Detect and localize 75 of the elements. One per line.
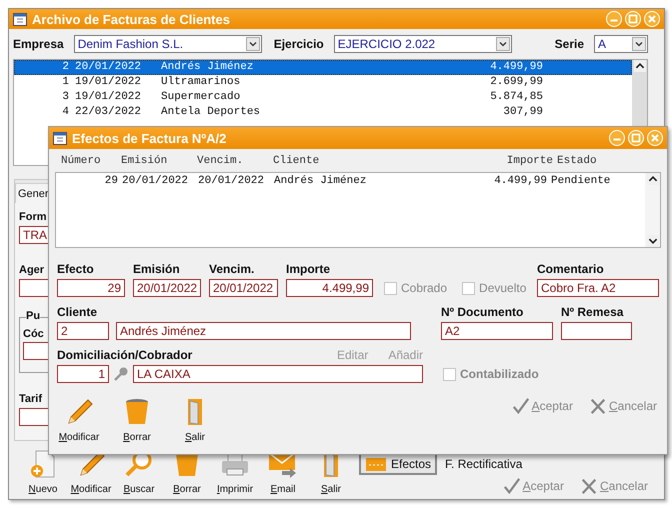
field-label: Tarif bbox=[19, 393, 42, 405]
chevron-down-icon bbox=[496, 37, 510, 51]
checkmark-icon bbox=[502, 477, 521, 495]
efectos-button[interactable]: Efectos bbox=[359, 453, 438, 475]
input-field[interactable]: 20/01/2022 bbox=[209, 279, 278, 297]
field-label: Comentario bbox=[537, 262, 605, 276]
input-field[interactable]: 2 bbox=[57, 322, 109, 340]
checkbox[interactable] bbox=[443, 368, 456, 380]
field-label: Emisión bbox=[133, 262, 181, 276]
key-icon[interactable] bbox=[113, 366, 129, 382]
column-header: Cliente bbox=[273, 155, 320, 168]
input-field[interactable]: A2 bbox=[441, 322, 553, 340]
invoice-row[interactable]: 3 19/01/2022 Supermercado 5.874,85 bbox=[14, 90, 632, 105]
field-label: Cóc bbox=[23, 328, 44, 340]
field-label: Importe bbox=[286, 262, 332, 276]
filter-label: Serie bbox=[554, 37, 584, 51]
cross-icon bbox=[588, 397, 607, 415]
rectificativa-label: F. Rectificativa bbox=[445, 457, 522, 471]
toolbar-button[interactable]: Salir bbox=[169, 395, 221, 443]
box-icon bbox=[365, 456, 387, 472]
window-title: Efectos de Factura NºA/2 bbox=[72, 130, 226, 146]
filter-label: Empresa bbox=[13, 37, 64, 51]
field-label: Efecto bbox=[57, 262, 95, 276]
group-title: Pu bbox=[26, 310, 40, 322]
effect-row[interactable]: 29 20/01/2022 20/01/2022 Andrés Jiménez 4.499,99 Pendiente bbox=[56, 174, 645, 189]
field-label: Nº Documento bbox=[441, 305, 524, 319]
field-label: Form bbox=[19, 211, 46, 223]
column-header: Importe bbox=[506, 155, 553, 168]
input-field[interactable]: Cobro Fra. A2 bbox=[537, 279, 659, 297]
scroll-up-icon[interactable] bbox=[646, 173, 658, 185]
input-field[interactable]: 4.499,99 bbox=[286, 279, 373, 297]
column-header: Emisión bbox=[121, 155, 168, 168]
maximize-button[interactable] bbox=[628, 130, 644, 146]
input-field[interactable]: Andrés Jiménez bbox=[116, 322, 411, 340]
window-title: Archivo de Facturas de Clientes bbox=[32, 12, 230, 26]
checkbox[interactable] bbox=[384, 282, 397, 294]
toolbar-button[interactable]: Nuevo bbox=[19, 447, 67, 497]
checkmark-icon bbox=[512, 397, 530, 415]
invoice-row[interactable]: 1 19/01/2022 Ultramarinos 2.699,99 bbox=[14, 75, 632, 90]
field-label: Vencim. bbox=[209, 262, 256, 276]
column-header: Número bbox=[61, 155, 102, 168]
minimize-button[interactable] bbox=[609, 130, 625, 146]
field-label: Cliente bbox=[57, 305, 98, 319]
toolbar-button[interactable]: Borrar bbox=[111, 395, 163, 443]
filter-label: Ejercicio bbox=[274, 37, 324, 51]
scroll-down-icon[interactable] bbox=[646, 235, 658, 247]
scroll-up-icon[interactable] bbox=[634, 60, 646, 72]
close-button[interactable] bbox=[647, 130, 663, 146]
toolbar-button[interactable]: Modificar bbox=[53, 395, 105, 443]
close-button[interactable] bbox=[644, 11, 660, 27]
field-label: Ager bbox=[19, 264, 44, 276]
chevron-down-icon bbox=[632, 37, 646, 51]
input-field[interactable]: LA CAIXA bbox=[133, 365, 423, 383]
invoice-row[interactable]: 4 22/03/2022 Antela Deportes 307,99 bbox=[14, 105, 632, 120]
input-field[interactable]: 29 bbox=[57, 279, 125, 297]
field-label: Domiciliación/Cobrador bbox=[57, 348, 192, 362]
input-field[interactable]: 1 bbox=[57, 365, 109, 383]
checkbox-label: Contabilizado bbox=[460, 367, 539, 381]
dropdown[interactable]: Denim Fashion S.L. bbox=[74, 35, 262, 53]
checkbox-label: Devuelto bbox=[479, 281, 526, 295]
chevron-down-icon bbox=[246, 37, 260, 51]
dropdown[interactable]: EJERCICIO 2.022 bbox=[334, 35, 512, 53]
invoice-row[interactable]: 2 20/01/2022 Andrés Jiménez 4.499,99 bbox=[14, 60, 632, 75]
checkbox-label: Cobrado bbox=[401, 281, 448, 295]
dropdown[interactable]: A bbox=[594, 35, 648, 53]
field-label: Nº Remesa bbox=[561, 305, 624, 319]
input-field[interactable]: 20/01/2022 bbox=[133, 279, 201, 297]
minimize-button[interactable] bbox=[606, 11, 622, 27]
checkbox[interactable] bbox=[462, 282, 476, 294]
column-header: Estado bbox=[557, 155, 598, 168]
scrollbar[interactable] bbox=[645, 173, 660, 247]
cross-icon bbox=[580, 477, 598, 495]
input-field[interactable] bbox=[561, 322, 632, 340]
maximize-button[interactable] bbox=[625, 11, 641, 27]
column-header: Vencim. bbox=[197, 155, 244, 168]
